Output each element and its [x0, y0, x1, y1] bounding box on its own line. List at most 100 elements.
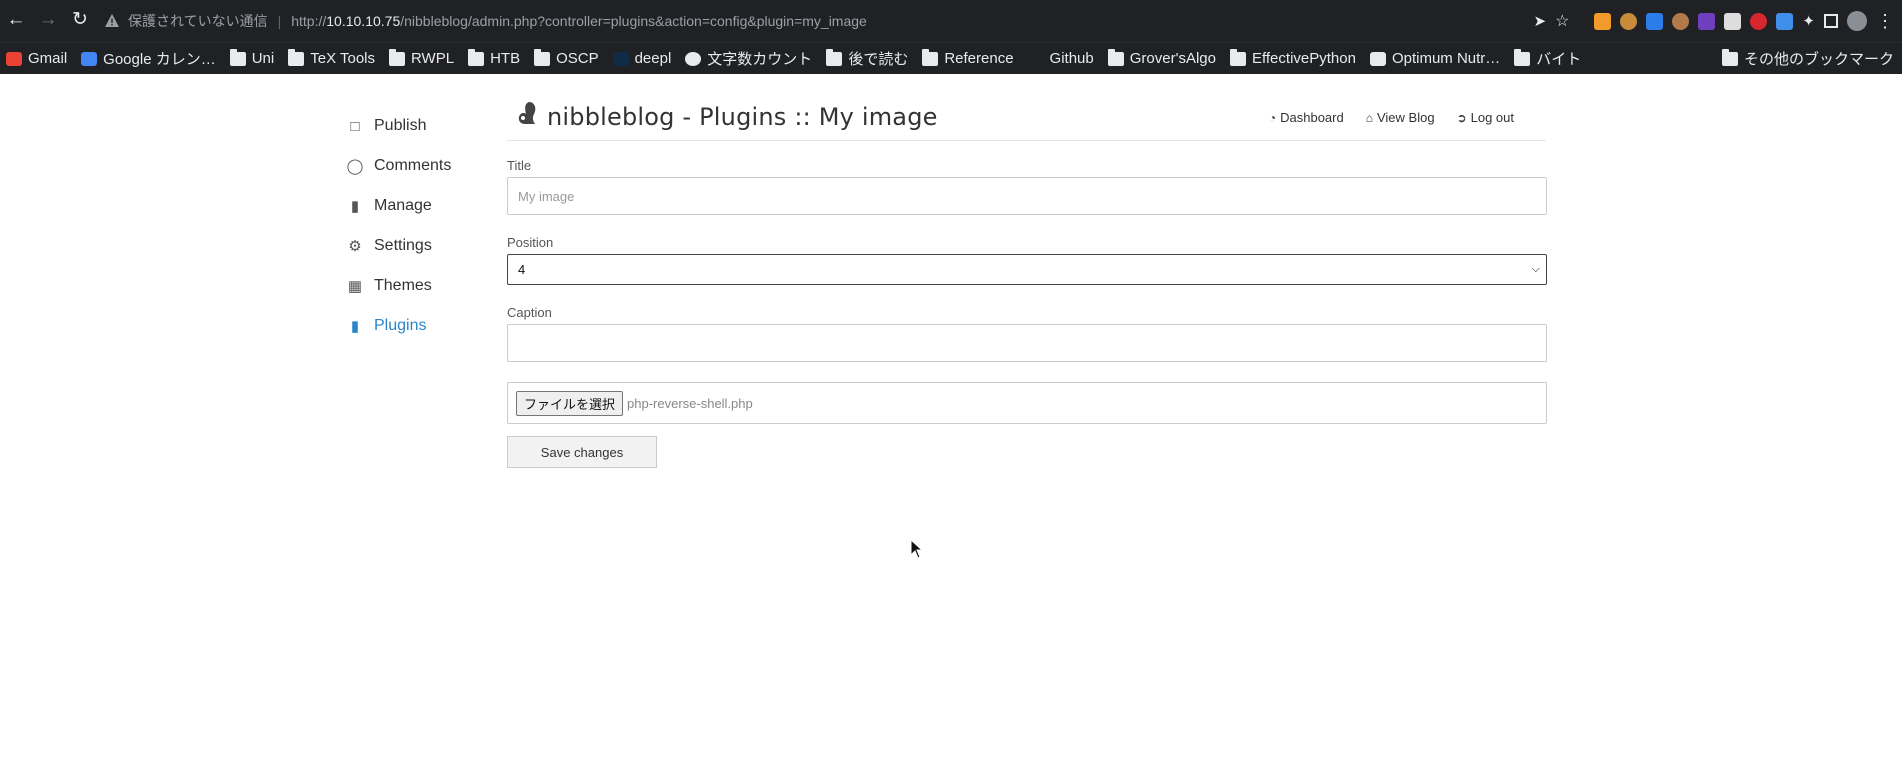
logout-icon: ➲ — [1456, 110, 1467, 125]
squirrel-logo-icon — [518, 102, 536, 124]
position-label: Position — [507, 235, 554, 250]
admin-sidebar: □ Publish ◯ Comments ▮ Manage ⚙ Settings ▦ Themes… — [346, 106, 486, 346]
bookmark-item[interactable]: Optimum Nutr… — [1369, 50, 1500, 67]
profile-avatar-icon[interactable] — [1847, 11, 1867, 31]
view-blog-label: View Blog — [1376, 110, 1435, 125]
folder-icon — [468, 48, 485, 66]
bookmark-label: OSCP — [556, 50, 599, 67]
image-icon: ▦ — [347, 278, 363, 295]
bookmark-label: Github — [1049, 50, 1094, 67]
dashboard-label: Dashboard — [1280, 110, 1344, 125]
folder-icon — [826, 48, 843, 66]
bookmark-item[interactable]: Uni — [229, 48, 274, 67]
sidebar-item-settings[interactable]: ⚙ Settings — [346, 226, 486, 266]
bookmark-label: Grover'sAlgo — [1129, 50, 1216, 67]
deepl-icon — [612, 51, 629, 66]
bookmark-label: HTB — [490, 50, 521, 67]
bookmark-item[interactable]: deepl — [612, 50, 671, 67]
wave-ext-icon[interactable] — [1646, 12, 1664, 30]
folder-icon — [288, 48, 305, 66]
sidebar-item-label: Plugins — [374, 317, 427, 334]
omnibox-divider: | — [277, 13, 282, 29]
position-select[interactable]: 4 ⌵ — [507, 254, 1547, 285]
folder-icon — [1721, 48, 1738, 66]
browser-toolbar: ← → ↻ 保護されていない通信 | http://10.10.10.75/ni… — [0, 0, 1902, 42]
choose-file-button[interactable]: ファイルを選択 — [516, 390, 624, 416]
sidebar-item-themes[interactable]: ▦ Themes — [346, 266, 486, 306]
bookmark-label: 文字数カウント — [707, 51, 813, 68]
comment-icon: ◯ — [346, 158, 364, 175]
doc-ext-icon[interactable] — [1724, 12, 1742, 30]
bookmark-item[interactable]: HTB — [468, 48, 521, 67]
folder-icon — [922, 48, 939, 66]
bookmark-label: Gmail — [28, 50, 68, 67]
back-icon[interactable]: ← — [4, 8, 28, 32]
logout-label: Log out — [1470, 110, 1514, 125]
sidebar-item-plugins[interactable]: ▮ Plugins — [346, 306, 486, 346]
folder-icon: ▮ — [350, 318, 360, 335]
download-ext-icon[interactable] — [1776, 12, 1794, 30]
folder-icon — [1107, 48, 1124, 66]
cookie2-ext-icon[interactable] — [1672, 12, 1690, 30]
bookmark-label: Reference — [944, 50, 1014, 67]
globe-icon — [685, 51, 702, 66]
url-host: 10.10.10.75 — [326, 13, 401, 29]
position-value: 4 — [518, 262, 526, 277]
bookmark-item[interactable]: 文字数カウント — [685, 48, 812, 69]
plugin-config-form: Title My image Position 4 ⌵ Caption ファイル… — [507, 158, 1547, 468]
menu-icon[interactable]: ⋮ — [1876, 11, 1894, 32]
folder-icon — [389, 48, 405, 66]
title-input[interactable]: My image — [507, 177, 1547, 215]
sidebar-item-manage[interactable]: ▮ Manage — [346, 186, 486, 226]
bookmark-item[interactable]: Gmail — [6, 50, 67, 67]
bookmark-label: 後で読む — [848, 51, 909, 68]
puzzle-icon[interactable]: ✦ — [1802, 12, 1815, 30]
address-bar[interactable]: 保護されていない通信 | http://10.10.10.75/nibblebl… — [104, 7, 1404, 35]
warning-icon — [105, 14, 119, 27]
bookmark-item[interactable]: OSCP — [534, 48, 599, 67]
mouse-cursor-icon — [910, 539, 924, 559]
sidepanel-icon[interactable] — [1824, 14, 1838, 28]
logout-link[interactable]: ➲ Log out — [1457, 110, 1514, 125]
extensions-bar: ➤ ☆ ✦ ⋮ — [1534, 8, 1902, 34]
header-links: ◔ Dashboard ⌂ View Blog ➲ Log out — [1269, 110, 1514, 125]
view-blog-link[interactable]: ⌂ View Blog — [1366, 110, 1435, 125]
sidebar-item-label: Publish — [374, 117, 427, 134]
bookmark-item[interactable]: Grover'sAlgo — [1107, 48, 1216, 67]
file-group: ファイルを選択 php-reverse-shell.php — [507, 382, 1547, 424]
bookmark-item[interactable]: バイト — [1514, 48, 1581, 69]
bookmark-item[interactable]: Google カレン… — [81, 48, 216, 69]
bookmark-item[interactable]: RWPL — [389, 48, 455, 67]
save-changes-button[interactable]: Save changes — [507, 436, 657, 468]
bookmark-item[interactable]: 後で読む — [826, 48, 908, 69]
dashboard-icon: ◔ — [1268, 110, 1277, 125]
bookmark-item[interactable]: EffectivePython — [1229, 48, 1356, 67]
gear-icon: ⚙ — [348, 238, 362, 255]
bookmark-label: EffectivePython — [1251, 50, 1356, 67]
other-bookmarks[interactable]: その他のブックマーク — [1721, 48, 1894, 69]
nibbleblog-admin-page: □ Publish ◯ Comments ▮ Manage ⚙ Settings ▦ Themes… — [0, 74, 1902, 768]
reload-icon[interactable]: ↻ — [68, 8, 92, 32]
hat-ext-icon[interactable] — [1698, 12, 1716, 30]
bookmark-item[interactable]: Github — [1027, 50, 1094, 67]
send-icon[interactable]: ➤ — [1534, 12, 1547, 30]
sidebar-item-comments[interactable]: ◯ Comments — [346, 146, 486, 186]
publish-icon: □ — [350, 117, 360, 135]
security-label: 保護されていない通信 — [128, 13, 268, 29]
sidebar-item-publish[interactable]: □ Publish — [346, 106, 486, 146]
bookmark-item[interactable]: Reference — [922, 48, 1014, 67]
star-icon[interactable]: ☆ — [1555, 11, 1569, 31]
folder-icon — [1229, 48, 1246, 66]
caption-input[interactable] — [507, 324, 1547, 362]
caption-label: Caption — [507, 305, 552, 320]
dashboard-link[interactable]: ◔ Dashboard — [1269, 110, 1344, 125]
forward-icon[interactable]: → — [36, 8, 60, 32]
folder-icon: ▮ — [350, 198, 360, 215]
abp-ext-icon[interactable] — [1750, 12, 1768, 30]
folder-icon — [1514, 48, 1531, 66]
amazon-ext-icon[interactable] — [1594, 12, 1612, 30]
bookmark-label: RWPL — [411, 50, 455, 67]
bookmark-item[interactable]: TeX Tools — [288, 48, 375, 67]
cookie-ext-icon[interactable] — [1620, 12, 1638, 30]
calendar-icon — [81, 51, 98, 66]
